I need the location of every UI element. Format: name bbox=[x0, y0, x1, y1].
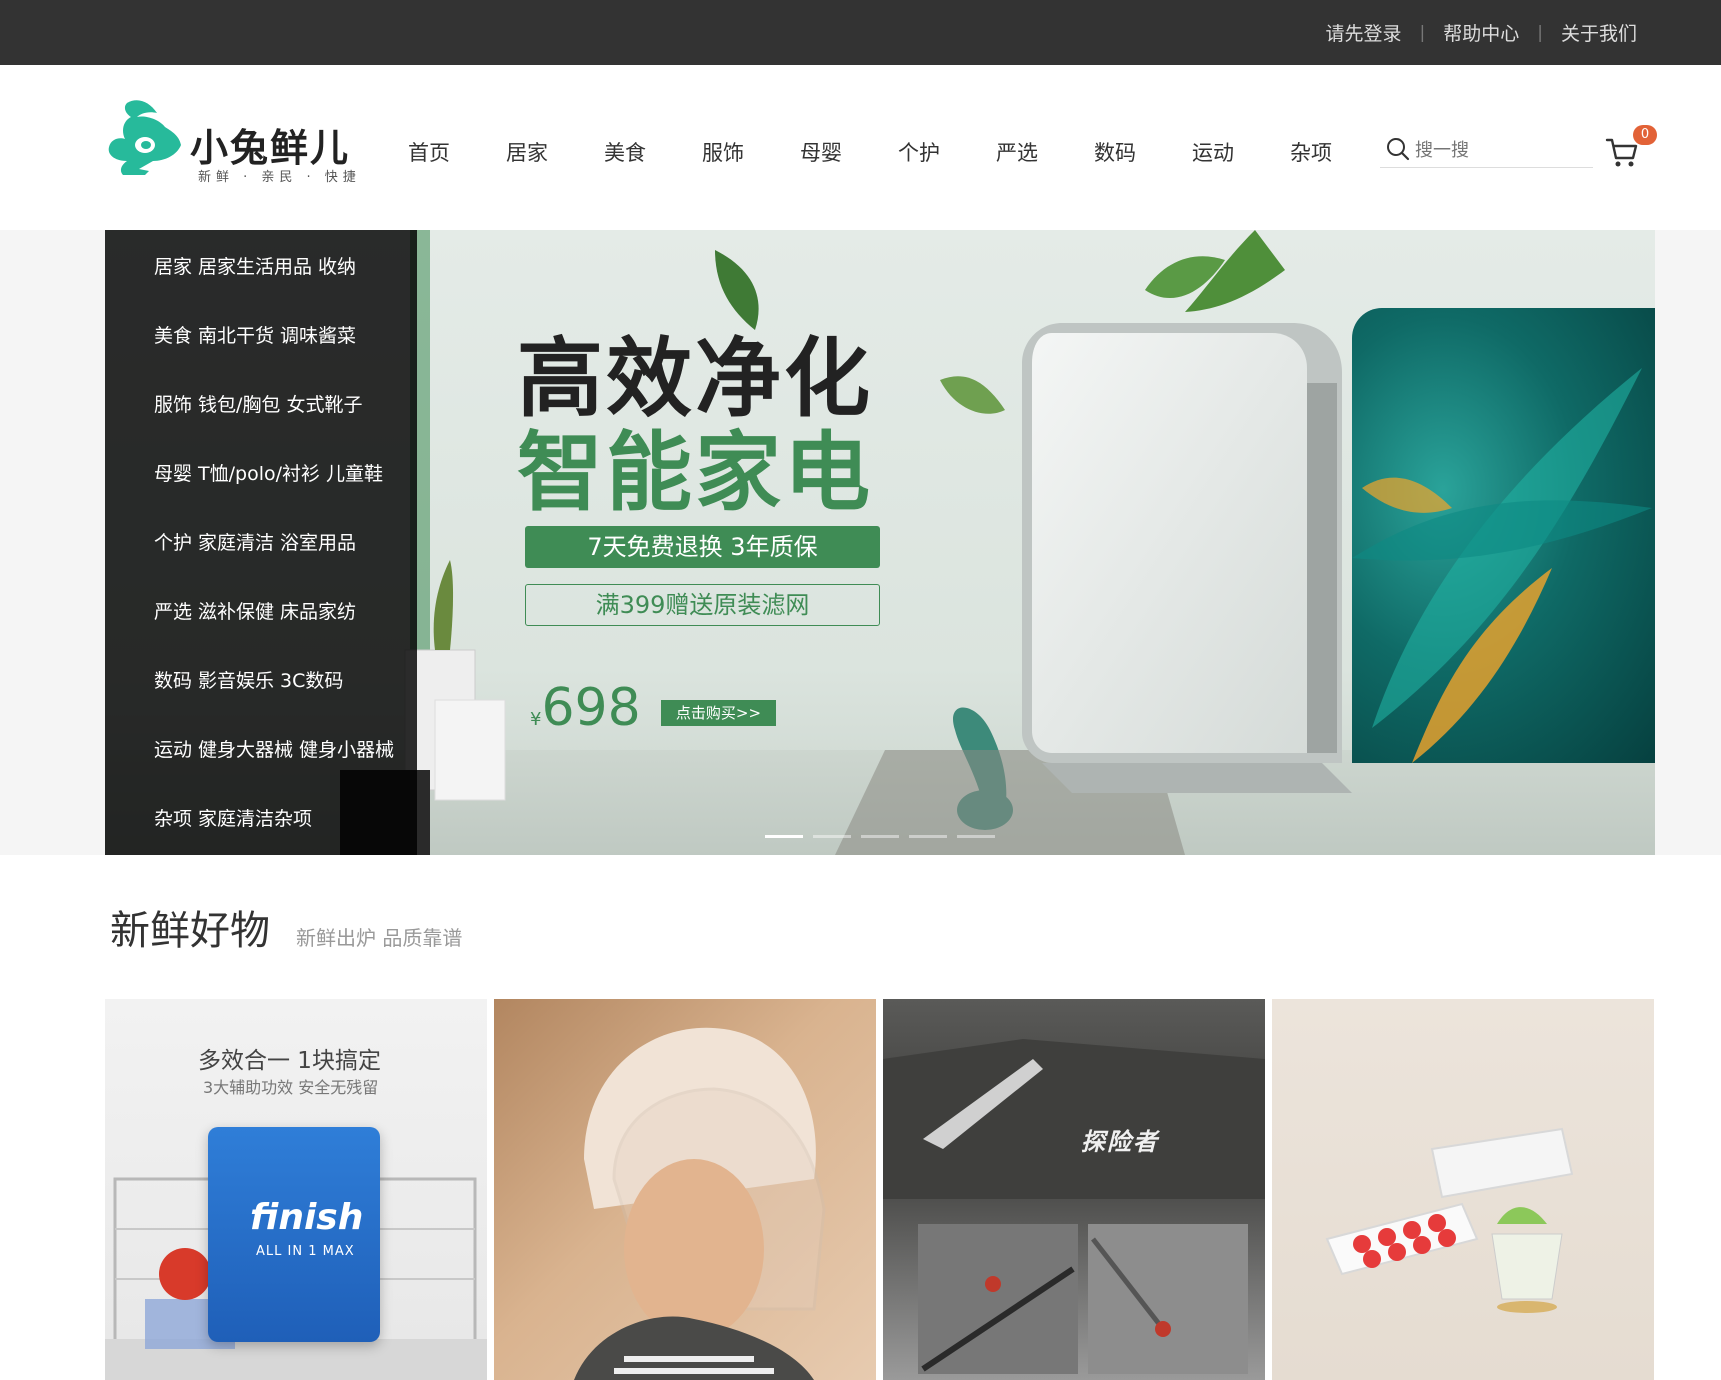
category-name: 服饰 bbox=[154, 394, 193, 416]
product-card[interactable]: 多效合一 1块搞定 3大辅助功效 安全无残留 finish ALL IN 1 M… bbox=[105, 999, 487, 1380]
tropical-leaves-image bbox=[1352, 308, 1655, 763]
category-item[interactable]: 服饰 钱包/胸包 女式靴子 bbox=[154, 390, 362, 417]
nav-home[interactable]: 首页 bbox=[408, 137, 506, 167]
top-nav-separator: | bbox=[1419, 22, 1426, 43]
about-us-link[interactable]: 关于我们 bbox=[1561, 19, 1637, 46]
cart-count-badge: 0 bbox=[1633, 125, 1657, 145]
category-item[interactable]: 居家 居家生活用品 收纳 bbox=[154, 252, 356, 279]
category-name: 数码 bbox=[154, 670, 193, 692]
cart-button[interactable]: 0 bbox=[1605, 125, 1657, 170]
nav-digital[interactable]: 数码 bbox=[1094, 137, 1192, 167]
category-item[interactable]: 美食 南北干货 调味酱菜 bbox=[154, 321, 356, 348]
category-subs: 钱包/胸包 女式靴子 bbox=[198, 394, 363, 416]
nav-food[interactable]: 美食 bbox=[604, 137, 702, 167]
header: 小兔鲜儿 新鲜 · 亲民 · 快捷 首页 居家 美食 服饰 母婴 个护 严选 数… bbox=[0, 65, 1721, 230]
top-bar: 请先登录 | 帮助中心 | 关于我们 bbox=[0, 0, 1721, 65]
banner-promo-warranty: 7天免费退换 3年质保 bbox=[525, 526, 880, 568]
carousel-dot[interactable] bbox=[957, 835, 995, 838]
logo-slogan: 新鲜 · 亲民 · 快捷 bbox=[198, 170, 361, 185]
top-nav: 请先登录 | 帮助中心 | 关于我们 bbox=[1325, 0, 1637, 65]
carousel-dot[interactable] bbox=[861, 835, 899, 838]
hero-banner[interactable]: 居家 居家生活用品 收纳 美食 南北干货 调味酱菜 服饰 钱包/胸包 女式靴子 母婴 T… bbox=[105, 230, 1655, 855]
main-nav: 首页 居家 美食 服饰 母婴 个护 严选 数码 运动 杂项 bbox=[408, 137, 1388, 167]
logo-text: 小兔鲜儿 bbox=[190, 125, 351, 170]
product-card[interactable] bbox=[494, 999, 876, 1380]
shopping-cart-icon bbox=[1605, 138, 1638, 167]
category-name: 个护 bbox=[154, 532, 193, 554]
category-subs: 家庭清洁杂项 bbox=[198, 808, 313, 830]
product-card[interactable]: 探险者 bbox=[883, 999, 1265, 1380]
category-item[interactable]: 母婴 T恤/polo/衬衫 儿童鞋 bbox=[154, 459, 383, 486]
product-card[interactable] bbox=[1272, 999, 1654, 1380]
category-item[interactable]: 个护 家庭清洁 浴室用品 bbox=[154, 528, 356, 555]
category-subs: 影音娱乐 3C数码 bbox=[198, 670, 344, 692]
category-name: 美食 bbox=[154, 325, 193, 347]
category-name: 严选 bbox=[154, 601, 193, 623]
rabbit-logo-icon bbox=[108, 100, 181, 175]
buy-now-button[interactable]: 点击购买>> bbox=[661, 700, 776, 726]
nav-selected[interactable]: 严选 bbox=[996, 137, 1094, 167]
category-menu: 居家 居家生活用品 收纳 美食 南北干货 调味酱菜 服饰 钱包/胸包 女式靴子 母婴 T… bbox=[105, 230, 417, 855]
nav-misc[interactable]: 杂项 bbox=[1290, 137, 1388, 167]
category-subs: 滋补保健 床品家纺 bbox=[198, 601, 357, 623]
carousel-indicators bbox=[765, 835, 995, 838]
category-subs: T恤/polo/衬衫 儿童鞋 bbox=[198, 463, 384, 485]
category-name: 居家 bbox=[154, 256, 193, 278]
section-subtitle: 新鲜出炉 品质靠谱 bbox=[296, 926, 463, 950]
ice-tray-image bbox=[1325, 1127, 1574, 1313]
product-brand: finish bbox=[250, 1197, 364, 1238]
search-input[interactable] bbox=[1413, 137, 1583, 163]
help-center-link[interactable]: 帮助中心 bbox=[1443, 19, 1519, 46]
banner-promo-gift: 满399赠送原装滤网 bbox=[525, 584, 880, 626]
product-list: 多效合一 1块搞定 3大辅助功效 安全无残留 finish ALL IN 1 M… bbox=[105, 999, 1655, 1380]
top-nav-separator: | bbox=[1537, 22, 1543, 43]
nav-personal-care[interactable]: 个护 bbox=[898, 137, 996, 167]
banner-price: ¥698 bbox=[530, 678, 641, 738]
air-purifier-image bbox=[1022, 323, 1352, 793]
category-subs: 健身大器械 健身小器械 bbox=[198, 739, 395, 761]
product-brand: 探险者 bbox=[1081, 1128, 1159, 1156]
nav-home-living[interactable]: 居家 bbox=[506, 137, 604, 167]
search-box bbox=[1380, 133, 1593, 168]
nav-apparel[interactable]: 服饰 bbox=[702, 137, 800, 167]
search-icon[interactable] bbox=[1386, 137, 1410, 161]
carousel-dot[interactable] bbox=[765, 835, 803, 838]
umbrella-image bbox=[883, 1039, 1265, 1374]
login-link[interactable]: 请先登录 bbox=[1325, 19, 1401, 46]
banner-title-line2: 智能家电 bbox=[517, 422, 873, 523]
category-item[interactable]: 杂项 家庭清洁杂项 bbox=[154, 804, 312, 831]
helmet-image bbox=[574, 1027, 826, 1380]
price-value: 698 bbox=[541, 678, 641, 738]
category-name: 运动 bbox=[154, 739, 193, 761]
nav-baby[interactable]: 母婴 bbox=[800, 137, 898, 167]
section-title: 新鲜好物 bbox=[110, 908, 270, 954]
currency-symbol: ¥ bbox=[530, 709, 542, 730]
category-name: 母婴 bbox=[154, 463, 193, 485]
carousel-dot[interactable] bbox=[909, 835, 947, 838]
category-subs: 居家生活用品 收纳 bbox=[198, 256, 357, 278]
category-item[interactable]: 严选 滋补保健 床品家纺 bbox=[154, 597, 356, 624]
category-subs: 家庭清洁 浴室用品 bbox=[198, 532, 357, 554]
product-brand-sub: ALL IN 1 MAX bbox=[256, 1244, 355, 1259]
category-name: 杂项 bbox=[154, 808, 193, 830]
nav-sports[interactable]: 运动 bbox=[1192, 137, 1290, 167]
carousel-dot[interactable] bbox=[813, 835, 851, 838]
category-subs: 南北干货 调味酱菜 bbox=[198, 325, 357, 347]
category-item[interactable]: 数码 影音娱乐 3C数码 bbox=[154, 666, 343, 693]
category-item[interactable]: 运动 健身大器械 健身小器械 bbox=[154, 735, 394, 762]
